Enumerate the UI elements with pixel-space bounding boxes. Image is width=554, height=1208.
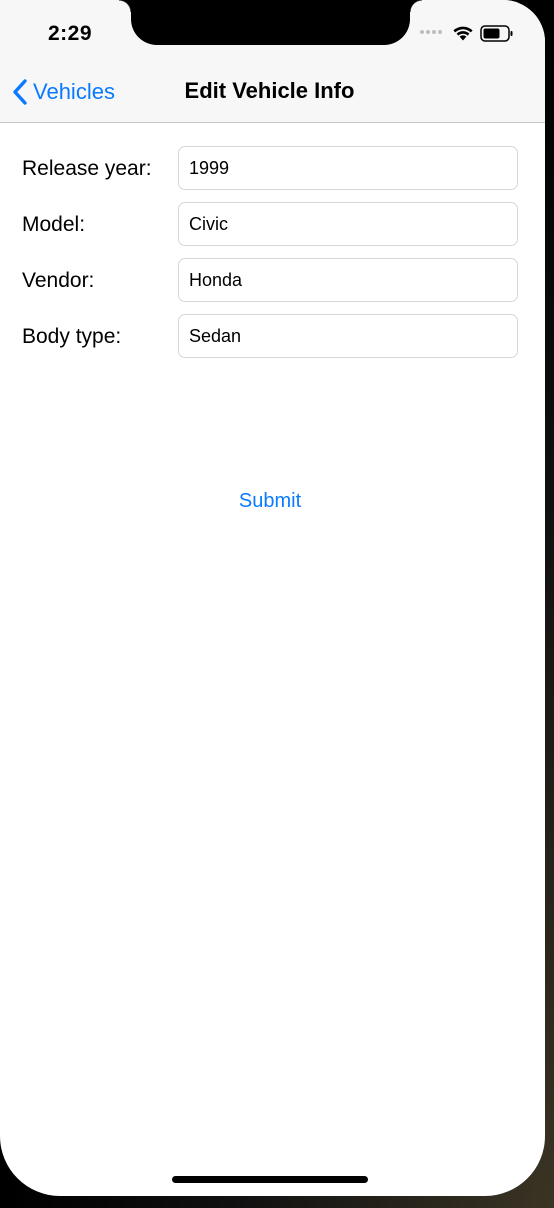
form-row-model: Model: [22, 202, 520, 248]
home-indicator[interactable] [172, 1176, 368, 1183]
body-type-input[interactable] [178, 314, 518, 358]
body-type-label: Body type: [22, 325, 122, 348]
form-row-body-type: Body type: [22, 314, 520, 360]
status-time: 2:29 [48, 22, 93, 45]
battery-icon [480, 25, 513, 42]
vendor-input[interactable] [178, 258, 518, 302]
page-title: Edit Vehicle Info [0, 78, 545, 104]
model-input[interactable] [178, 202, 518, 246]
wifi-icon [453, 26, 473, 41]
submit-button[interactable]: Submit [0, 490, 540, 513]
signal-icon [420, 30, 442, 34]
release-year-label: Release year: [22, 157, 152, 180]
device-notch [119, 0, 422, 45]
form-row-release-year: Release year: [22, 146, 520, 192]
vendor-label: Vendor: [22, 269, 95, 292]
page-title-text: Edit Vehicle Info [184, 78, 355, 103]
form-row-vendor: Vendor: [22, 258, 520, 304]
release-year-input[interactable] [178, 146, 518, 190]
app-screen: 2:29 Vehicles Edit Vehicle Info Release … [0, 0, 545, 1196]
model-label: Model: [22, 213, 86, 236]
